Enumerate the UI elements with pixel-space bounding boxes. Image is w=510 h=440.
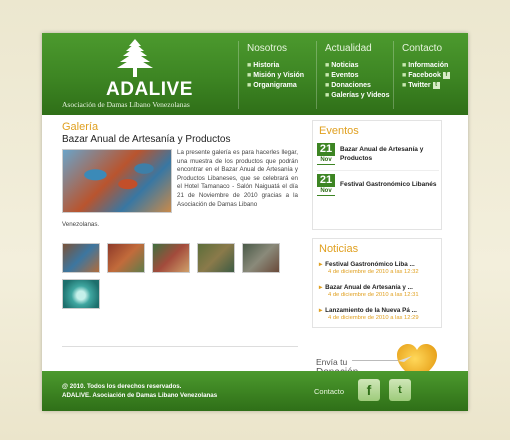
arrow-bullet-icon: ▸	[319, 284, 323, 291]
footer: @ 2010. Todos los derechos reservados. A…	[42, 371, 468, 411]
event-title[interactable]: Bazar Anual de Artesanía y Productos	[340, 145, 444, 163]
arrow-bullet-icon: ▸	[319, 307, 323, 314]
news-title[interactable]: Bazar Anual de Artesanía y ...	[325, 284, 413, 291]
article-title[interactable]: Bazar Anual de Artesanía y Productos	[62, 134, 230, 145]
nav-item-mision[interactable]: ■ Misión y Visión	[247, 71, 304, 81]
event-month: Nov	[317, 156, 335, 164]
footer-contact-label: Contacto	[314, 387, 345, 396]
bullet-icon: ■	[325, 82, 330, 89]
nav-divider	[393, 41, 394, 109]
nav-item-eventos[interactable]: ■ Eventos	[325, 71, 389, 81]
article-text-tail: Venezolanas.	[62, 221, 100, 228]
gallery-section-title: Galería	[62, 121, 99, 133]
gallery-thumbnail[interactable]	[62, 279, 100, 309]
arrow-bullet-icon: ▸	[319, 261, 323, 268]
news-date: 4 de diciembre de 2010 a las 12:32	[328, 269, 419, 275]
eventos-title: Eventos	[319, 125, 359, 137]
nav-item-label: Información	[408, 62, 449, 69]
donate-line1: Envía tu	[316, 357, 348, 367]
gallery-main-image[interactable]	[62, 149, 172, 213]
nav-heading[interactable]: Actualidad	[325, 43, 389, 54]
nav-item-label: Historia	[253, 62, 280, 69]
event-month: Nov	[317, 187, 335, 195]
logo[interactable]: ADALIVE Asociación de Damas Líbano Venez…	[62, 39, 212, 109]
bullet-icon: ■	[247, 82, 252, 89]
event-date-badge: 21 Nov	[317, 174, 335, 196]
noticias-title: Noticias	[319, 243, 359, 255]
nav-item-historia[interactable]: ■ Historia	[247, 61, 304, 71]
bullet-icon: ■	[247, 62, 252, 69]
article-text: La presente galería es para hacerles lle…	[177, 149, 298, 208]
eventos-box: Eventos 21 Nov Bazar Anual de Artesanía …	[312, 120, 442, 230]
page-container: ADALIVE Asociación de Damas Líbano Venez…	[42, 33, 468, 411]
bullet-icon: ■	[325, 72, 330, 79]
copyright-line: ADALIVE. Asociación de Damas Libano Vene…	[62, 392, 218, 399]
donate-flight-line	[352, 360, 398, 361]
bullet-icon: ■	[325, 92, 330, 99]
nav-item-donaciones[interactable]: ■ Donaciones	[325, 81, 389, 91]
news-title[interactable]: Festival Gastronómico Liba ...	[325, 261, 415, 268]
event-day: 21	[319, 143, 333, 155]
event-title[interactable]: Festival Gastronómico Libanés	[340, 180, 444, 189]
news-date: 4 de diciembre de 2010 a las 12:29	[328, 315, 419, 321]
bullet-icon: ■	[325, 62, 330, 69]
nav-actualidad: Actualidad ■ Noticias ■ Eventos ■ Donacione…	[316, 41, 389, 109]
gallery-thumbnail[interactable]	[242, 243, 280, 273]
gallery-thumbnail[interactable]	[152, 243, 190, 273]
nav-divider	[238, 41, 239, 109]
brand-subtitle: Asociación de Damas Líbano Venezolanas	[62, 100, 190, 109]
news-date: 4 de diciembre de 2010 a las 12:31	[328, 292, 419, 298]
gallery-thumbnail[interactable]	[107, 243, 145, 273]
content-divider	[62, 346, 298, 347]
gallery-thumbnail[interactable]	[197, 243, 235, 273]
nav-item-noticias[interactable]: ■ Noticias	[325, 61, 389, 71]
nav-nosotros: Nosotros ■ Historia ■ Misión y Visión ■ Org…	[238, 41, 304, 109]
bullet-icon: ■	[402, 82, 407, 89]
nav-divider	[316, 41, 317, 109]
bullet-icon: ■	[402, 62, 407, 69]
facebook-icon: f	[442, 71, 450, 79]
facebook-icon[interactable]: f	[358, 379, 380, 401]
event-date-badge: 21 Nov	[317, 143, 335, 165]
event-divider	[317, 170, 439, 171]
event-day: 21	[319, 174, 333, 186]
nav-item-label: Organigrama	[253, 82, 297, 89]
nav-item-label: Eventos	[331, 72, 359, 79]
brand-name: ADALIVE	[106, 79, 193, 100]
nav-item-facebook[interactable]: ■ Facebook f	[402, 71, 450, 81]
twitter-icon: t	[432, 81, 440, 89]
nav-item-organigrama[interactable]: ■ Organigrama	[247, 81, 304, 91]
news-item[interactable]: ▸ Festival Gastronómico Liba ... 4 de dic…	[319, 261, 441, 275]
nav-contacto: Contacto ■ Información ■ Facebook f ■ Twitte…	[393, 41, 450, 109]
footer-copyright: @ 2010. Todos los derechos reservados. A…	[62, 382, 217, 400]
twitter-icon[interactable]: t	[389, 379, 411, 401]
copyright-line: @ 2010. Todos los derechos reservados.	[62, 383, 182, 390]
nav-item-galerias[interactable]: ■ Galerías y Videos	[325, 91, 389, 101]
nav-heading[interactable]: Contacto	[402, 43, 450, 54]
nav-item-label: Donaciones	[331, 82, 371, 89]
header: ADALIVE Asociación de Damas Líbano Venez…	[42, 33, 468, 115]
news-item[interactable]: ▸ Lanzamiento de la Nueva Pá ... 4 de dic…	[319, 307, 441, 321]
bullet-icon: ■	[247, 72, 252, 79]
noticias-box: Noticias ▸ Festival Gastronómico Liba ...…	[312, 238, 442, 328]
bullet-icon: ■	[402, 72, 407, 79]
nav-heading[interactable]: Nosotros	[247, 43, 304, 54]
nav-item-label: Misión y Visión	[253, 72, 305, 79]
nav-item-label: Twitter	[408, 82, 431, 89]
nav-item-label: Noticias	[331, 62, 359, 69]
nav-item-informacion[interactable]: ■ Información	[402, 61, 450, 71]
nav-item-label: Galerías y Videos	[331, 92, 390, 99]
news-title[interactable]: Lanzamiento de la Nueva Pá ...	[325, 307, 417, 314]
gallery-thumbnail[interactable]	[62, 243, 100, 273]
news-item[interactable]: ▸ Bazar Anual de Artesanía y ... 4 de dic…	[319, 284, 441, 298]
nav-item-twitter[interactable]: ■ Twitter t	[402, 81, 450, 91]
cedar-logo-icon	[117, 39, 153, 77]
nav-item-label: Facebook	[408, 72, 441, 79]
